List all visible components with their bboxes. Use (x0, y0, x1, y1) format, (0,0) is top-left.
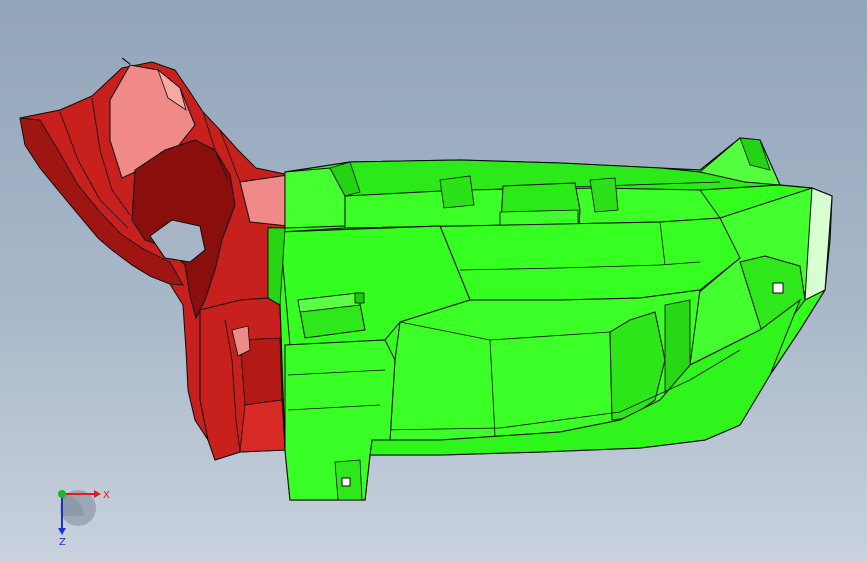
3d-viewport[interactable]: X Z (0, 0, 867, 562)
red-part[interactable] (19, 57, 291, 461)
red-part-lower-facet-2 (239, 399, 286, 453)
x-axis-label: X (103, 490, 110, 501)
green-part-top-block-2 (589, 177, 619, 213)
green-part[interactable] (267, 137, 833, 501)
z-axis-label: Z (59, 537, 66, 548)
z-axis-arrowhead (58, 528, 66, 535)
green-part-bracket-hole (772, 282, 784, 294)
green-part-top-block-1 (439, 175, 475, 209)
x-axis-arrowhead (94, 490, 101, 498)
green-part-pad-slot (354, 292, 365, 304)
cad-model[interactable] (0, 0, 867, 562)
y-axis-dot (58, 490, 66, 498)
green-part-tab-hole (341, 477, 351, 487)
red-part-spike (121, 57, 131, 65)
axis-triad[interactable]: X Z (48, 478, 118, 548)
